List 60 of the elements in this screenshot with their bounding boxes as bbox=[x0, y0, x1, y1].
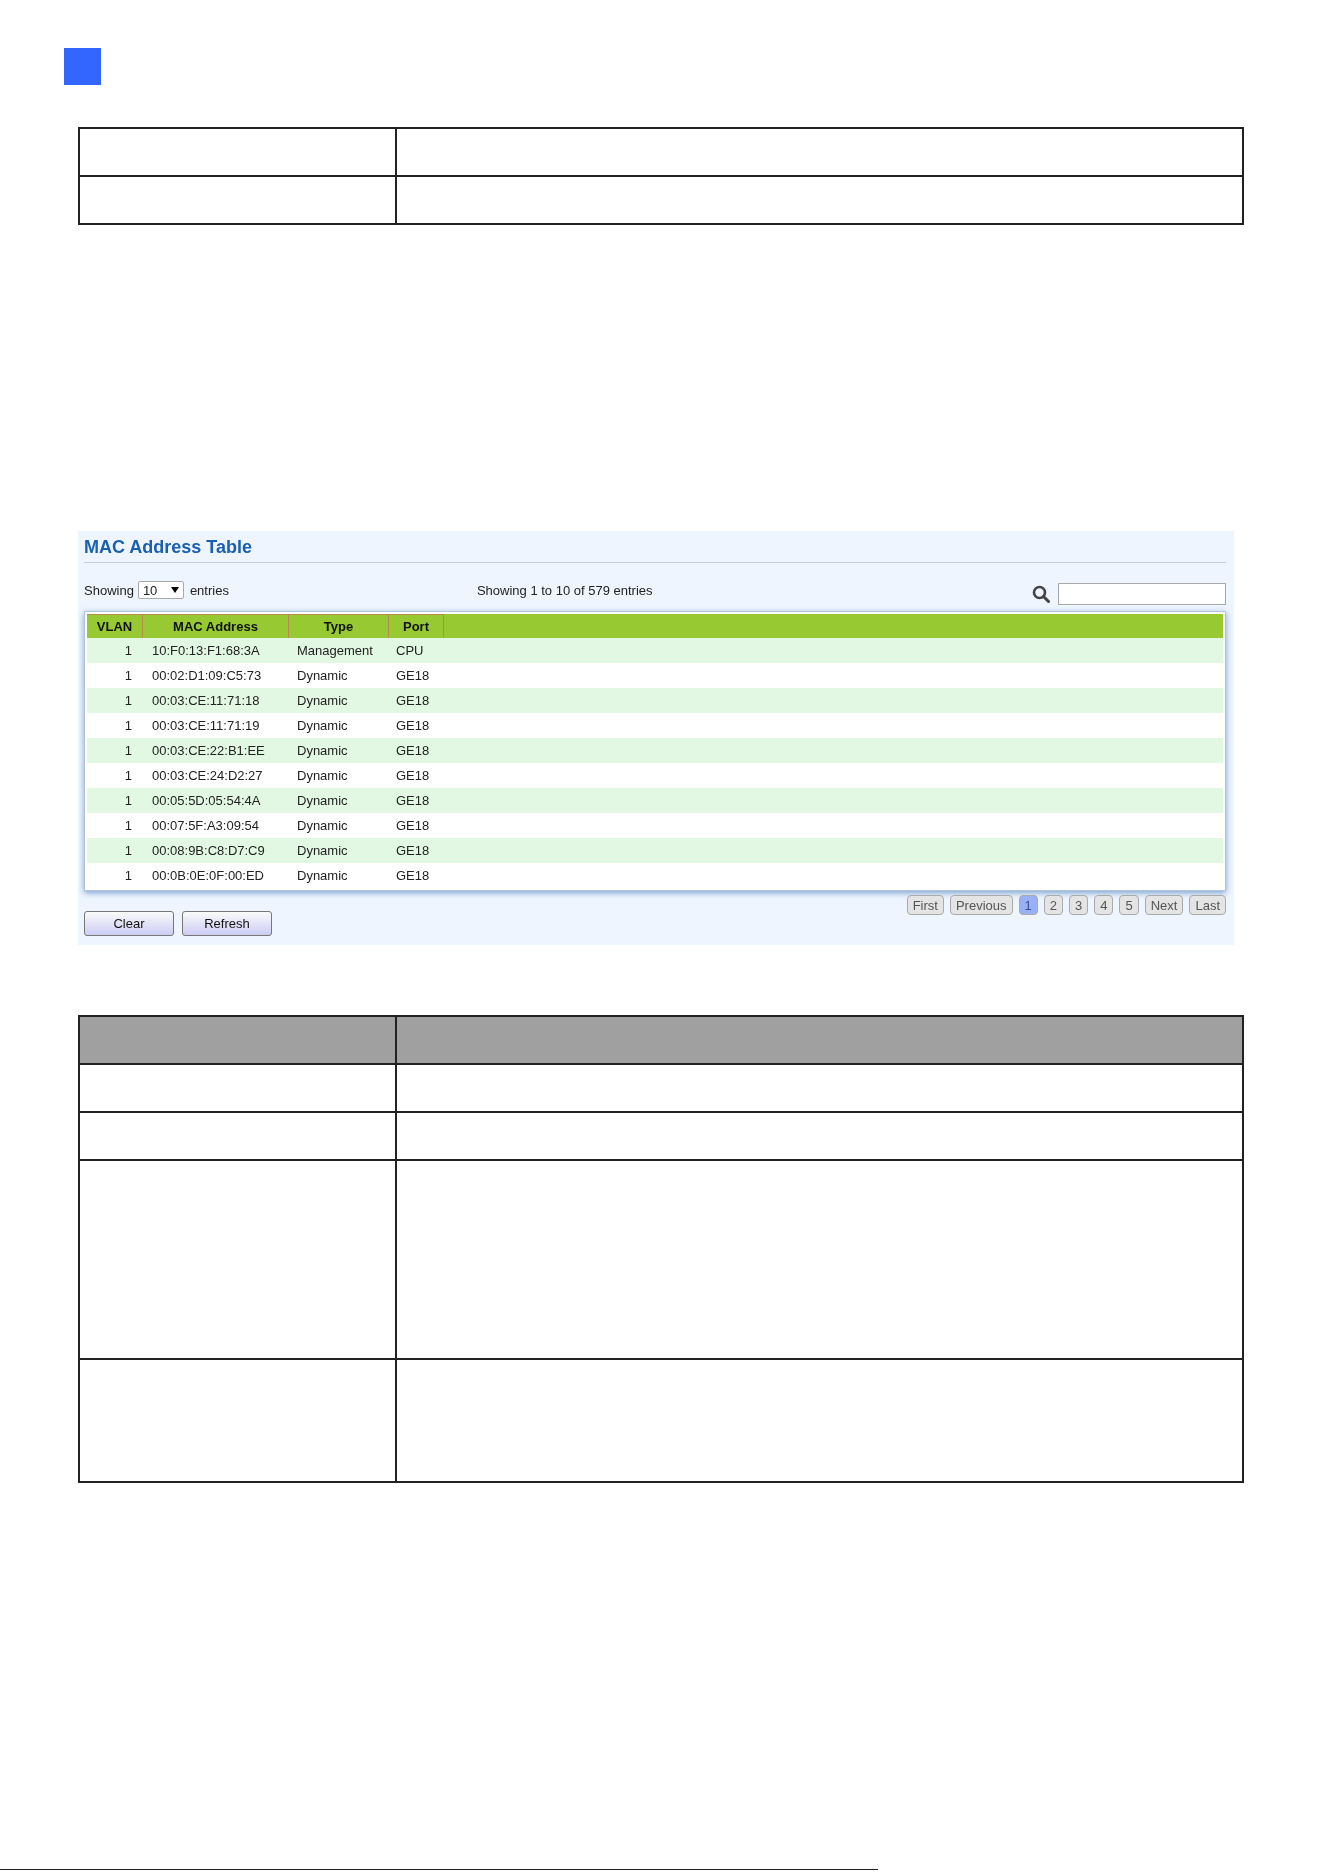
table-cell-text: 00:03:CE:11:71:18 bbox=[151, 692, 261, 710]
table-cell-text: Dynamic bbox=[296, 742, 349, 760]
page-button[interactable]: Last bbox=[1189, 895, 1226, 915]
table-cell-text: Management bbox=[296, 642, 374, 660]
table-cell-text: GE18 bbox=[395, 842, 431, 860]
length-label: entries bbox=[189, 582, 229, 598]
search-field[interactable] bbox=[1058, 583, 1226, 605]
caret-icon bbox=[170, 587, 179, 593]
length-label: Showing bbox=[84, 582, 134, 598]
search-icon bbox=[1032, 585, 1050, 603]
table-cell-text: 1 bbox=[123, 842, 133, 860]
table-cell-text: 1 bbox=[123, 767, 133, 785]
action-button[interactable]: Clear bbox=[84, 911, 174, 936]
table-cell-text: GE18 bbox=[395, 767, 431, 785]
table-cell-text: Dynamic bbox=[296, 692, 349, 710]
table-cell-text: 1 bbox=[123, 667, 133, 685]
page-button[interactable]: 2 bbox=[1043, 895, 1063, 915]
panel-title: MAC Address Table bbox=[84, 537, 1226, 563]
table-cell-text: 00:03:CE:22:B1:EE bbox=[151, 742, 266, 760]
page-button[interactable]: 1 bbox=[1018, 895, 1038, 915]
table-cell-text: 00:0B:0E:0F:00:ED bbox=[151, 867, 265, 885]
table-cell-text: GE18 bbox=[395, 817, 431, 835]
table-cell-text: GE18 bbox=[395, 667, 431, 685]
table-cell-text: 1 bbox=[123, 717, 133, 735]
table-cell-text: 00:05:5D:05:54:4A bbox=[151, 792, 262, 810]
page-size-select[interactable]: 10 bbox=[137, 581, 184, 599]
table-cell-text: GE18 bbox=[395, 867, 431, 885]
table-cell-text: GE18 bbox=[395, 792, 431, 810]
table-cell-text: GE18 bbox=[395, 692, 431, 710]
table-cell-text: 1 bbox=[123, 867, 133, 885]
table-cell-text: 00:03:CE:11:71:19 bbox=[151, 717, 261, 735]
page-button[interactable]: First bbox=[906, 895, 944, 915]
table-cell-text: 1 bbox=[123, 642, 133, 660]
table-cell-text: 10:F0:13:F1:68:3A bbox=[151, 642, 261, 660]
table-cell-text: GE18 bbox=[395, 742, 431, 760]
table-cell-text: Dynamic bbox=[296, 717, 349, 735]
table-cell-text: Dynamic bbox=[296, 792, 349, 810]
table-cell-text: GE18 bbox=[395, 717, 431, 735]
table-cell-text: 1 bbox=[123, 792, 133, 810]
table-cell-text: 00:03:CE:24:D2:27 bbox=[151, 767, 264, 785]
entries-info: Showing 1 to 10 of 579 entries bbox=[476, 582, 654, 598]
table-cell-text: Dynamic bbox=[296, 667, 349, 685]
page-button[interactable]: Previous bbox=[949, 895, 1013, 915]
table-cell-text: 00:02:D1:09:C5:73 bbox=[151, 667, 263, 685]
table-cell-text: Dynamic bbox=[296, 867, 349, 885]
table-cell-text: Dynamic bbox=[296, 817, 349, 835]
table-cell-text: 1 bbox=[123, 817, 133, 835]
bullet-square bbox=[64, 48, 101, 85]
page-button[interactable]: 4 bbox=[1094, 895, 1114, 915]
action-button[interactable]: Refresh bbox=[182, 911, 272, 936]
table-cell-text: 00:07:5F:A3:09:54 bbox=[151, 817, 260, 835]
page-button[interactable]: Next bbox=[1144, 895, 1184, 915]
page-button[interactable]: 5 bbox=[1119, 895, 1139, 915]
table-cell-text: 1 bbox=[123, 692, 133, 710]
table-cell-text: 1 bbox=[123, 742, 133, 760]
table-cell-text: Dynamic bbox=[296, 767, 349, 785]
table-cell-text: CPU bbox=[395, 642, 425, 660]
table-cell-text: Dynamic bbox=[296, 842, 349, 860]
table-cell-text: 00:08:9B:C8:D7:C9 bbox=[151, 842, 266, 860]
page-button[interactable]: 3 bbox=[1069, 895, 1089, 915]
